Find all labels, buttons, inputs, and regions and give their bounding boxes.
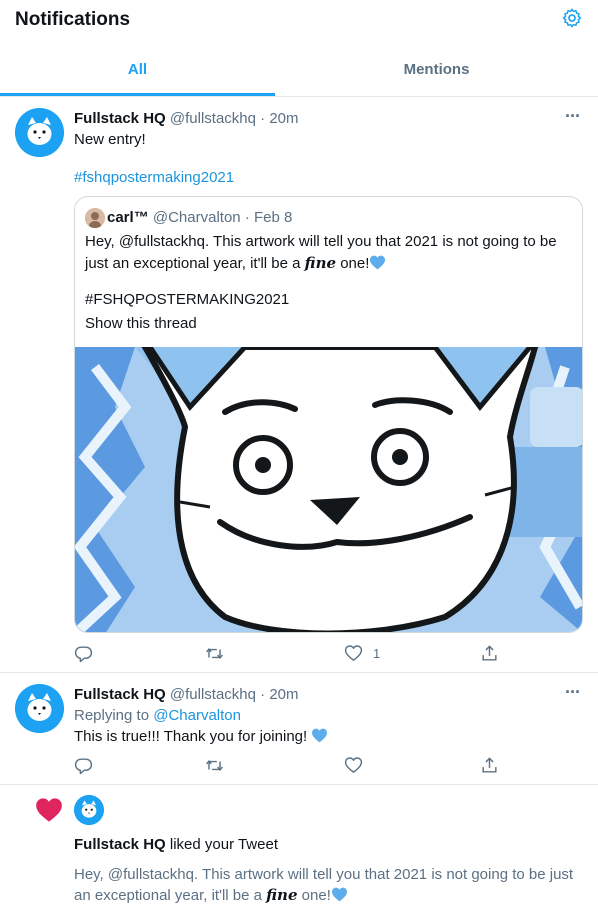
avatar[interactable] <box>15 684 64 733</box>
display-name: carl™ <box>107 209 149 226</box>
like-notification-text: Fullstack HQ liked your Tweet <box>74 836 278 853</box>
tab-all[interactable]: All <box>0 44 275 96</box>
retweet-button[interactable] <box>205 643 224 663</box>
more-options-icon[interactable]: ··· <box>565 106 581 127</box>
replying-label: Replying to <box>74 707 154 724</box>
artwork-image[interactable] <box>75 347 583 633</box>
tweet-text-content: This is true!!! Thank you for joining! <box>74 728 308 745</box>
display-name[interactable]: Fullstack HQ <box>74 110 166 127</box>
timestamp[interactable]: · 20m <box>260 686 298 703</box>
quote-text-part: just an exceptional year, it'll be a <box>85 255 305 272</box>
reply-icon <box>74 645 93 662</box>
like-button[interactable] <box>344 755 363 775</box>
profile-photo-icon <box>85 208 105 228</box>
quote-text-line1: Hey, @fullstackhq. This artwork will tel… <box>85 233 557 250</box>
handle[interactable]: @fullstackhq <box>170 686 256 703</box>
reply-button[interactable] <box>74 755 93 775</box>
liked-tweet-part: an exceptional year, it'll be a <box>74 887 267 904</box>
tweet-header: Fullstack HQ @fullstackhq · 20m <box>74 110 299 127</box>
timestamp[interactable]: · 20m <box>260 110 298 127</box>
replying-to: Replying to @Charvalton <box>74 707 241 724</box>
hashtag-link[interactable]: #fshqpostermaking2021 <box>74 169 234 186</box>
fox-logo-icon <box>15 684 64 733</box>
retweet-icon <box>206 759 223 771</box>
divider <box>0 784 598 785</box>
tweet-actions: 1 <box>74 643 497 663</box>
liked-tweet-line1: Hey, @fullstackhq. This artwork will tel… <box>74 866 574 883</box>
fox-logo-icon <box>74 795 104 825</box>
tweet-text: New entry! <box>74 131 146 148</box>
retweet-button[interactable] <box>205 755 224 775</box>
reply-button[interactable] <box>74 643 93 663</box>
heart-filled-icon <box>36 798 62 822</box>
reply-icon <box>74 757 93 774</box>
share-icon <box>482 756 497 773</box>
quote-text-line2: just an exceptional year, it'll be a fin… <box>85 254 386 272</box>
display-name[interactable]: Fullstack HQ <box>74 836 166 853</box>
quote-text-fine: fine <box>304 254 337 272</box>
active-tab-indicator <box>0 93 275 96</box>
fox-logo-icon <box>15 108 64 157</box>
liked-tweet-line2: an exceptional year, it'll be a fine one… <box>74 886 348 904</box>
retweet-icon <box>206 647 223 659</box>
avatar[interactable] <box>85 208 105 228</box>
handle: @Charvalton <box>152 209 241 226</box>
show-thread-link[interactable]: Show this thread <box>85 315 197 332</box>
blue-heart-icon <box>331 887 347 902</box>
heart-outline-icon <box>344 756 363 773</box>
display-name[interactable]: Fullstack HQ <box>74 686 166 703</box>
replying-handle-link[interactable]: @Charvalton <box>153 707 241 724</box>
share-icon <box>482 644 497 661</box>
tweet-header: Fullstack HQ @fullstackhq · 20m <box>74 686 299 703</box>
page-title: Notifications <box>15 9 131 30</box>
blue-heart-icon <box>370 255 386 270</box>
handle[interactable]: @fullstackhq <box>170 110 256 127</box>
heart-outline-icon <box>344 644 363 661</box>
timestamp: · Feb 8 <box>244 209 293 226</box>
notification-tabs: All Mentions <box>0 44 598 97</box>
header: Notifications <box>0 0 598 44</box>
like-count: 1 <box>373 645 381 661</box>
quote-text-part: one! <box>336 255 370 272</box>
blue-heart-icon <box>312 728 328 743</box>
tweet-text: This is true!!! Thank you for joining! <box>74 728 328 745</box>
avatar[interactable] <box>15 108 64 157</box>
tweet-actions <box>74 755 497 775</box>
liked-tweet-fine: fine <box>266 886 298 904</box>
divider <box>0 672 598 673</box>
tab-mentions[interactable]: Mentions <box>299 44 574 96</box>
like-button[interactable]: 1 <box>344 643 380 663</box>
quoted-tweet[interactable]: carl™ @Charvalton · Feb 8 Hey, @fullstac… <box>74 196 583 633</box>
share-button[interactable] <box>480 755 499 775</box>
avatar[interactable] <box>74 795 104 825</box>
like-action-text: liked your Tweet <box>165 836 278 853</box>
quote-header: carl™ @Charvalton · Feb 8 <box>107 209 292 226</box>
share-button[interactable] <box>480 643 499 663</box>
more-options-icon[interactable]: ··· <box>565 682 581 703</box>
quote-hashtag: #FSHQPOSTERMAKING2021 <box>85 291 290 308</box>
gear-icon[interactable] <box>561 7 583 29</box>
liked-tweet-part: one! <box>297 887 331 904</box>
